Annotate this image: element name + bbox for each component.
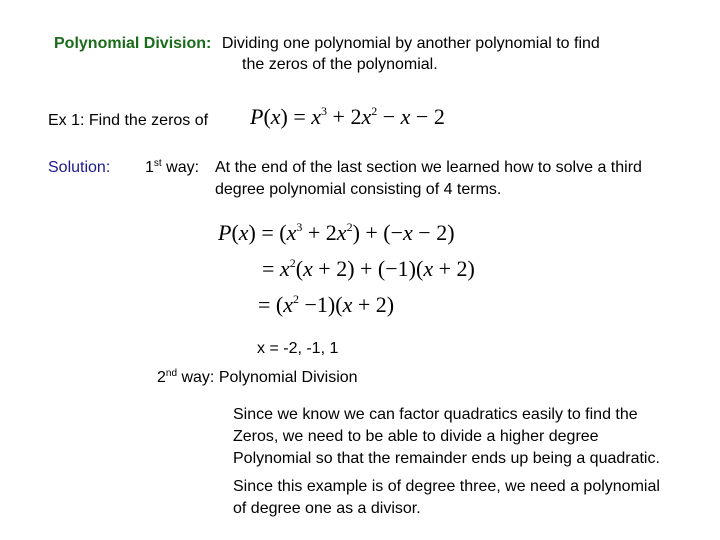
way2-num: 2 [157,369,166,386]
way1-text: way: [161,159,200,176]
paragraph-1: Since we know we can factor quadratics e… [233,404,660,470]
solution-label: Solution: [48,159,111,176]
header-definition: Dividing one polynomial by another polyn… [221,35,600,52]
title-label: Polynomial Division: [54,35,212,52]
paragraph-2: Since this example is of degree three, w… [233,476,660,520]
way2-text: way: Polynomial Division [177,369,358,386]
paragraph-2-line: Since this example is of degree three, w… [233,478,660,495]
step-2: = x2(x + 2) + (−1)(x + 2) [262,256,475,281]
example-prompt: Ex 1: Find the zeros of [48,112,209,129]
paragraph-1-line: Since we know we can factor quadratics e… [233,406,638,423]
way1-line-2: degree polynomial consisting of 4 terms. [215,181,502,198]
header-line-2: the zeros of the polynomial. [242,56,438,73]
header-line-1: Polynomial Division: Dividing one polyno… [54,35,600,53]
way1-label: 1st way: [145,159,199,177]
way2-label: 2nd way: Polynomial Division [157,369,358,387]
paragraph-2-line: of degree one as a divisor. [233,500,421,517]
step-3: = (x2 −1)(x + 2) [258,292,395,317]
paragraph-1-line: Polynomial so that the remainder ends up… [233,450,660,467]
paragraph-1-line: Zeros, we need to be able to divide a hi… [233,428,599,445]
way1-num: 1 [145,159,154,176]
way2-ord: nd [165,368,178,379]
eq-term: x [311,104,322,129]
zeros-result: x = -2, -1, 1 [257,340,339,357]
way1-ord: st [153,158,162,169]
step-1: P(x) = (x3 + 2x2) + (−x − 2) [218,220,455,245]
way1-line-1: At the end of the last section we learne… [215,159,642,176]
example-equation: P(x) = x3 + 2x2 − x − 2 [250,104,445,129]
